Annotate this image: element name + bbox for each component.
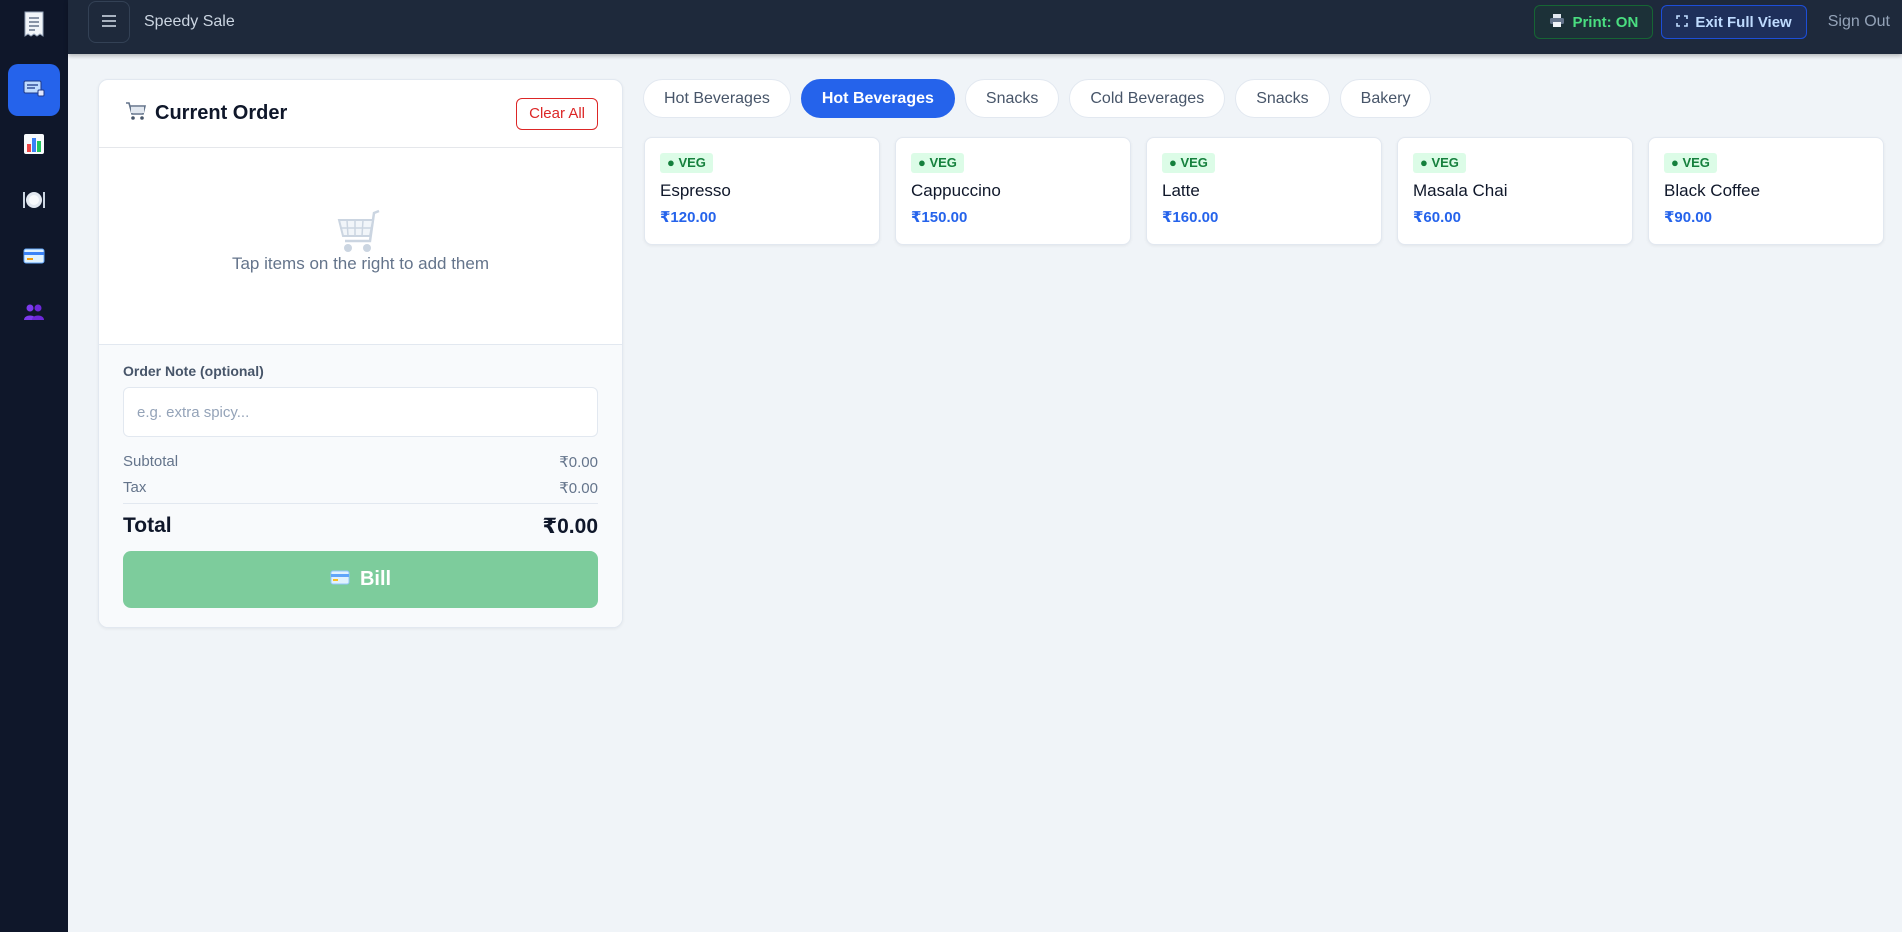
veg-badge: ● VEG	[1162, 153, 1215, 173]
category-tabs: Hot Beverages Hot Beverages Snacks Cold …	[643, 79, 1432, 118]
tax-row: Tax ₹0.00	[123, 479, 598, 504]
printer-icon	[1549, 13, 1565, 32]
menu-item-card[interactable]: ● VEG Masala Chai ₹60.00	[1397, 137, 1633, 245]
menu-toggle-button[interactable]	[88, 1, 130, 43]
menu-item-card[interactable]: ● VEG Espresso ₹120.00	[644, 137, 880, 245]
sidebar-item-pos[interactable]	[8, 64, 60, 116]
subtotal-value: ₹0.00	[559, 454, 598, 471]
tax-label: Tax	[123, 479, 147, 496]
sidebar-item-payments[interactable]	[8, 232, 60, 284]
item-price: ₹120.00	[660, 209, 717, 226]
menu-items-grid: ● VEG Espresso ₹120.00 ● VEG Cappuccino …	[644, 137, 1884, 245]
veg-badge: ● VEG	[1413, 153, 1466, 173]
app-title: Speedy Sale	[144, 13, 235, 30]
users-icon	[23, 303, 45, 326]
plate-icon	[22, 190, 46, 215]
total-label: Total	[123, 514, 172, 537]
cart-icon	[125, 101, 147, 127]
tab-snacks-2[interactable]: Snacks	[1235, 79, 1330, 118]
bill-label: Bill	[359, 568, 392, 590]
item-name: Cappuccino	[911, 181, 1001, 200]
empty-order-message: Tap items on the right to add them	[231, 254, 490, 273]
exit-full-view-button[interactable]: Exit Full View	[1661, 5, 1807, 39]
veg-badge: ● VEG	[911, 153, 964, 173]
item-name: Black Coffee	[1664, 181, 1761, 200]
fullscreen-exit-icon	[1676, 14, 1689, 31]
credit-card-icon	[330, 568, 350, 591]
menu-item-card[interactable]: ● VEG Latte ₹160.00	[1146, 137, 1382, 245]
item-price: ₹160.00	[1162, 209, 1219, 226]
pos-register-icon	[23, 78, 45, 103]
order-title: Current Order	[125, 101, 287, 127]
clear-all-button[interactable]: Clear All	[516, 97, 598, 130]
hamburger-icon	[101, 14, 117, 31]
tab-snacks[interactable]: Snacks	[964, 79, 1060, 118]
order-items-empty-state: Tap items on the right to add them	[99, 148, 622, 345]
item-price: ₹90.00	[1664, 209, 1712, 226]
subtotal-label: Subtotal	[123, 453, 179, 470]
veg-badge: ● VEG	[1664, 153, 1717, 173]
tab-cold-beverages[interactable]: Cold Beverages	[1069, 79, 1226, 118]
bill-button[interactable]: Bill	[123, 551, 598, 608]
receipt-icon[interactable]	[0, 0, 68, 48]
total-value: ₹0.00	[542, 515, 598, 538]
bar-chart-icon	[23, 133, 45, 160]
sign-out-link[interactable]: Sign Out	[1828, 13, 1890, 31]
top-bar: Speedy Sale Print: ON Exit Full View Sig…	[68, 0, 1902, 54]
total-row: Total ₹0.00	[123, 514, 598, 539]
order-note-label: Order Note (optional)	[123, 363, 264, 379]
current-order-panel: Current Order Clear All Tap items on the…	[98, 79, 623, 628]
sidebar	[0, 0, 68, 932]
item-name: Latte	[1162, 181, 1200, 200]
subtotal-row: Subtotal ₹0.00	[123, 453, 598, 471]
exit-full-view-label: Exit Full View	[1695, 13, 1792, 31]
tab-hot-beverages[interactable]: Hot Beverages	[643, 79, 791, 118]
menu-item-card[interactable]: ● VEG Cappuccino ₹150.00	[895, 137, 1131, 245]
sidebar-item-reports[interactable]	[8, 120, 60, 172]
print-label: Print: ON	[1572, 13, 1639, 31]
print-toggle-button[interactable]: Print: ON	[1534, 5, 1654, 39]
menu-item-card[interactable]: ● VEG Black Coffee ₹90.00	[1648, 137, 1884, 245]
order-title-text: Current Order	[155, 102, 288, 124]
order-note-input[interactable]	[123, 387, 598, 437]
veg-badge: ● VEG	[660, 153, 713, 173]
credit-card-icon	[23, 248, 45, 269]
item-price: ₹150.00	[911, 209, 968, 226]
order-header: Current Order Clear All	[99, 80, 622, 148]
tax-value: ₹0.00	[559, 480, 598, 497]
item-price: ₹60.00	[1413, 209, 1461, 226]
order-summary: Order Note (optional) Subtotal ₹0.00 Tax…	[99, 345, 622, 627]
tab-hot-beverages-active[interactable]: Hot Beverages	[800, 79, 955, 118]
sidebar-item-menu[interactable]	[8, 176, 60, 228]
item-name: Masala Chai	[1413, 181, 1508, 200]
tab-bakery[interactable]: Bakery	[1339, 79, 1432, 118]
sidebar-item-users[interactable]	[8, 288, 60, 340]
item-name: Espresso	[660, 181, 731, 200]
